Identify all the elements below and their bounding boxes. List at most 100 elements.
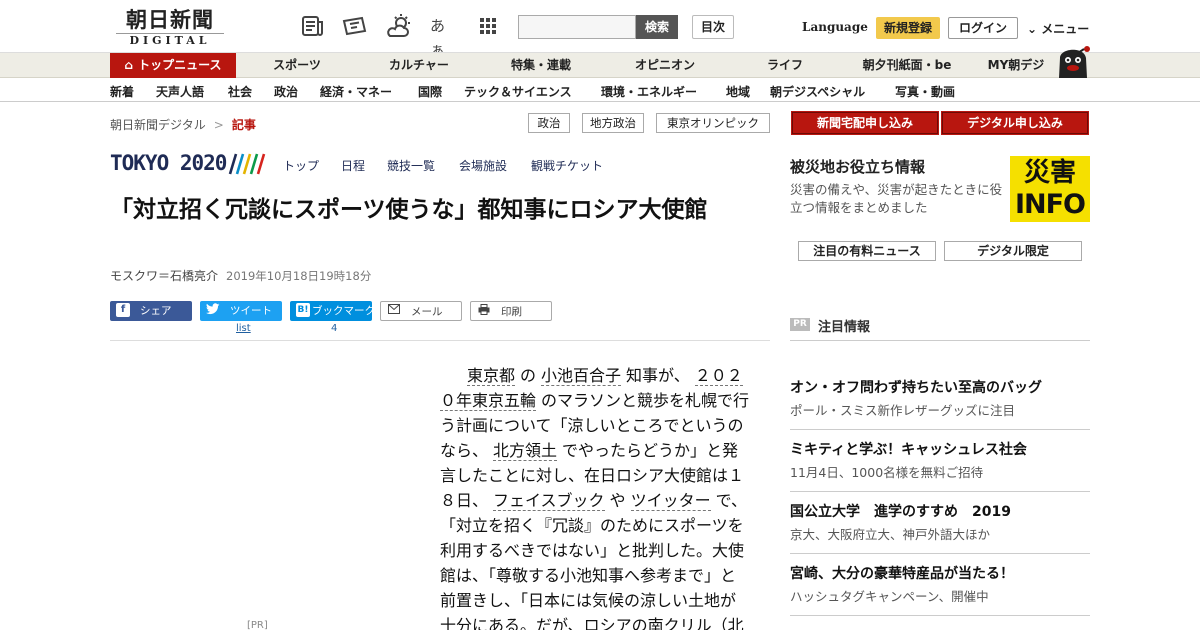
pr-item[interactable]: 宮崎、大分の豪華特産品が当たる！ ハッシュタグキャンペーン、開催中 [790, 564, 1090, 607]
mail-button[interactable]: メール [380, 301, 462, 321]
pr-item-title[interactable]: オン・オフ問わず持ちたい至高のバッグ [790, 378, 1090, 398]
grid-apps-icon[interactable] [476, 14, 502, 38]
print-button[interactable]: 印刷 [470, 301, 552, 321]
link-twitter[interactable]: ツイッター [630, 491, 711, 511]
digital-subscribe-button[interactable]: デジタル申し込み [941, 111, 1089, 135]
subnav-politics[interactable]: 政治 [274, 83, 298, 100]
hatena-icon: B! [296, 303, 310, 317]
hatena-count[interactable]: 4 [331, 323, 337, 334]
olympics-link-schedule[interactable]: 日程 [341, 157, 365, 174]
pr-section-header: PR 注目情報 [790, 315, 1090, 341]
newspaper-subscribe-button[interactable]: 新聞宅配申し込み [791, 111, 939, 135]
home-icon: ⌂ [124, 58, 134, 72]
search-input[interactable] [518, 15, 636, 39]
nav-culture[interactable]: カルチャー [378, 53, 460, 78]
ad-pr-label: [PR] [247, 620, 268, 630]
index-button[interactable]: 目次 [692, 15, 734, 39]
menu-button[interactable]: ⌄ メニュー [1027, 20, 1089, 37]
font-size-icon[interactable]: あぁ [430, 14, 456, 59]
print-label: 印刷 [501, 306, 522, 318]
subnav-photo[interactable]: 写真・動画 [895, 83, 955, 100]
link-northern-territories[interactable]: 北方領土 [493, 441, 558, 461]
subnav-international[interactable]: 国際 [418, 83, 442, 100]
pr-badge: PR [790, 318, 810, 331]
newspaper-icon[interactable] [300, 14, 326, 38]
olympic-stripes-icon [228, 153, 268, 175]
body-text: の [520, 366, 537, 385]
breadcrumb-home[interactable]: 朝日新聞デジタル [110, 118, 206, 132]
olympics-link-sports[interactable]: 競技一覧 [387, 157, 435, 174]
olympics-link-venues[interactable]: 会場施設 [459, 157, 507, 174]
register-button[interactable]: 新規登録 [876, 17, 940, 39]
tab-paid-news[interactable]: 注目の有料ニュース [798, 241, 936, 261]
weather-icon[interactable] [386, 14, 412, 38]
pr-item-sub: 京大、大阪府立大、神戸外語大ほか [790, 527, 991, 542]
disaster-info-desc: 災害の備えや、災害が起きたときに役立つ情報をまとめました [790, 182, 1003, 215]
menu-label: メニュー [1041, 22, 1090, 36]
nav-life[interactable]: ライフ [750, 53, 820, 78]
olympics-link-tickets[interactable]: 観戦チケット [531, 157, 603, 174]
link-koike[interactable]: 小池百合子 [541, 366, 622, 386]
subnav-society[interactable]: 社会 [228, 83, 252, 100]
ticket-icon[interactable] [342, 14, 368, 38]
body-text: や [609, 491, 626, 510]
tag-local-politics[interactable]: 地方政治 [582, 113, 644, 133]
login-button[interactable]: ログイン [948, 17, 1018, 39]
disaster-info-title[interactable]: 被災地お役立ち情報 [790, 156, 925, 177]
facebook-share-button[interactable]: f シェア [110, 301, 192, 321]
tag-tokyo-olympics[interactable]: 東京オリンピック [656, 113, 770, 133]
subnav-region[interactable]: 地域 [726, 83, 750, 100]
nav-features[interactable]: 特集・連載 [496, 53, 586, 78]
main-nav: ⌂ トップニュース スポーツ カルチャー 特集・連載 オピニオン ライフ 朝夕刊紙… [0, 52, 1200, 78]
disaster-banner-bottom: INFO [1014, 189, 1086, 220]
link-facebook[interactable]: フェイスブック [493, 491, 605, 511]
subnav-special[interactable]: 朝デジスペシャル [770, 83, 865, 100]
twitter-tweet-label: ツイート [230, 305, 272, 317]
pr-item-title[interactable]: 国公立大学 進学のすすめ 2019 [790, 502, 1090, 522]
hatena-bookmark-label: ブックマーク [312, 305, 375, 317]
tokyo2020-logo[interactable]: TOKYO 2020 [110, 151, 227, 175]
pr-item[interactable]: ミキティと学ぶ！キャッシュレス社会 11月4日、1000名様を無料ご招待 [790, 440, 1090, 483]
disaster-info-banner[interactable]: 災害 INFO [1010, 156, 1090, 222]
mail-icon [387, 304, 401, 318]
tag-politics[interactable]: 政治 [528, 113, 570, 133]
nav-sports[interactable]: スポーツ [256, 53, 338, 78]
pr-item-title[interactable]: 宮崎、大分の豪華特産品が当たる！ [790, 564, 1090, 584]
pr-item-sub: ポール・スミス新作レザーグッズに注目 [790, 403, 1016, 418]
article-byline: モスクワ＝石橋亮介 2019年10月18日19時18分 [110, 267, 371, 284]
print-icon [477, 304, 491, 318]
nav-opinion[interactable]: オピニオン [620, 53, 710, 78]
subnav-tech[interactable]: テック＆サイエンス [464, 83, 572, 100]
logo-jp: 朝日新聞 [126, 7, 214, 32]
nav-paper[interactable]: 朝夕刊紙面・be [852, 53, 962, 78]
breadcrumb-current: 記事 [231, 118, 256, 132]
twitter-tweet-button[interactable]: ツイート [200, 301, 282, 321]
chevron-down-icon: ⌄ [1027, 22, 1038, 36]
pr-item-title[interactable]: ミキティと学ぶ！キャッシュレス社会 [790, 440, 1090, 460]
divider [790, 491, 1090, 492]
pr-item-sub: ハッシュタグキャンペーン、開催中 [790, 589, 989, 604]
facebook-icon: f [116, 303, 130, 317]
subnav-tenseijingo[interactable]: 天声人語 [156, 83, 204, 100]
twitter-count-link[interactable]: list [236, 323, 251, 334]
nav-top-news-label: トップニュース [138, 58, 222, 72]
hatena-bookmark-button[interactable]: B! ブックマーク [290, 301, 375, 321]
subnav-environment[interactable]: 環境・エネルギー [601, 83, 697, 100]
divider [790, 553, 1090, 554]
subnav-economy[interactable]: 経済・マネー [320, 83, 392, 100]
search-button[interactable]: 検索 [636, 15, 678, 39]
subnav-new[interactable]: 新着 [110, 83, 134, 100]
pr-item[interactable]: オン・オフ問わず持ちたい至高のバッグポール・スミス新作レザーグッズに注目 [790, 378, 1090, 421]
asahi-logo[interactable]: 朝日新聞 DIGITAL [110, 7, 230, 47]
nav-top-news[interactable]: ⌂ トップニュース [110, 53, 236, 78]
pr-item[interactable]: 国公立大学 進学のすすめ 2019 京大、大阪府立大、神戸外語大ほか [790, 502, 1090, 545]
nav-my[interactable]: MY朝デジ [980, 53, 1052, 78]
tab-digital-only[interactable]: デジタル限定 [944, 241, 1082, 261]
divider [110, 340, 770, 341]
link-tokyo[interactable]: 東京都 [467, 366, 516, 386]
language-link[interactable]: Language [802, 20, 868, 34]
mail-label: メール [411, 306, 443, 318]
divider [790, 429, 1090, 430]
olympics-link-top[interactable]: トップ [283, 157, 319, 174]
facebook-share-label: シェア [140, 305, 172, 317]
